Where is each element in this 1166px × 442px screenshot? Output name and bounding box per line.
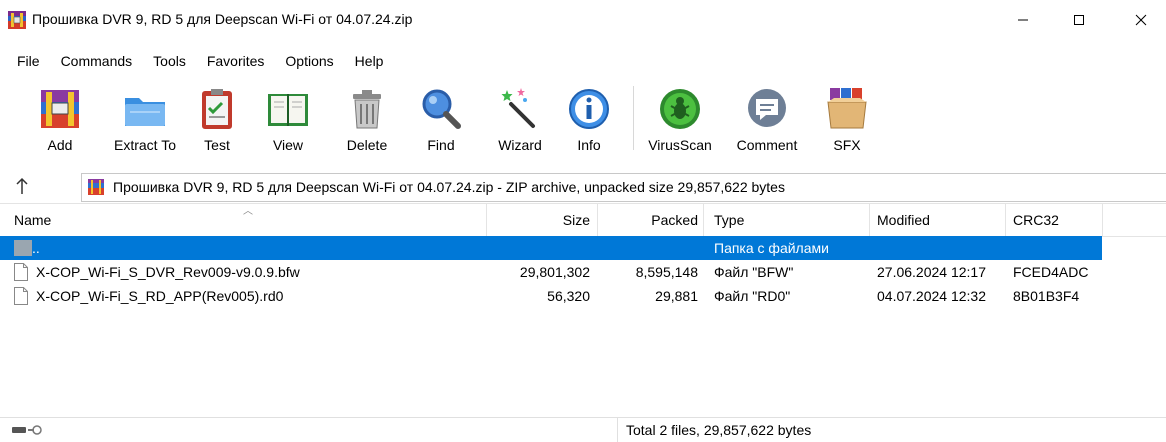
status-divider [617,418,618,442]
table-row[interactable]: X-COP_Wi-Fi_S_DVR_Rev009-v9.0.9.bfw 29,8… [0,260,1102,284]
column-divider[interactable] [1102,204,1103,236]
file-crc32: 8B01B3F4 [1013,288,1080,304]
find-button[interactable]: Find [416,80,466,160]
status-text: Total 2 files, 29,857,622 bytes [626,422,812,438]
find-label: Find [427,137,455,153]
sfx-button[interactable]: SFX [822,80,872,160]
file-name: X-COP_Wi-Fi_S_RD_APP(Rev005).rd0 [36,288,284,304]
view-button[interactable]: View [258,80,318,160]
file-type: Файл "BFW" [714,264,794,280]
extract-folder-icon [125,98,165,126]
menu-commands[interactable]: Commands [59,53,135,69]
virus-scan-label: VirusScan [648,137,712,153]
menu-options[interactable]: Options [283,53,335,69]
wizard-button[interactable]: Wizard [490,80,550,160]
address-field[interactable]: Прошивка DVR 9, RD 5 для Deepscan Wi-Fi … [81,173,1166,202]
parent-folder-icon [14,240,32,256]
column-divider[interactable] [703,204,704,236]
table-row[interactable]: .. Папка с файлами [0,236,1102,260]
up-arrow-icon[interactable] [15,177,29,195]
toolbar: Add Extract To Test View Delete Find Wiz… [0,80,1166,160]
file-icon [14,287,28,305]
file-type: Папка с файлами [714,240,829,256]
column-name[interactable]: Name [14,204,51,236]
view-label: View [272,137,304,153]
file-packed: 29,881 [655,288,698,304]
table-row[interactable]: X-COP_Wi-Fi_S_RD_APP(Rev005).rd0 56,320 … [0,284,1102,308]
menu-favorites[interactable]: Favorites [205,53,267,69]
sfx-label: SFX [833,137,861,153]
wizard-label: Wizard [498,137,542,153]
file-name: X-COP_Wi-Fi_S_DVR_Rev009-v9.0.9.bfw [36,264,300,280]
file-icon [14,263,28,281]
file-name: .. [32,240,40,256]
comment-icon [748,89,786,127]
minimize-icon [1018,19,1028,21]
test-label: Test [204,137,230,153]
column-divider[interactable] [869,204,870,236]
comment-button[interactable]: Comment [729,80,805,160]
drive-key-icon[interactable] [12,424,42,436]
menu-help[interactable]: Help [353,53,386,69]
add-button[interactable]: Add [35,80,85,160]
wizard-wand-icon [501,88,535,128]
column-divider[interactable] [1005,204,1006,236]
column-size[interactable]: Size [490,204,590,236]
window-title: Прошивка DVR 9, RD 5 для Deepscan Wi-Fi … [32,11,413,27]
status-bar: Total 2 files, 29,857,622 bytes [0,417,1166,442]
virus-scan-button[interactable]: VirusScan [644,80,716,160]
title-bar: Прошивка DVR 9, RD 5 для Deepscan Wi-Fi … [0,0,1166,40]
column-divider[interactable] [597,204,598,236]
comment-label: Comment [736,137,798,153]
maximize-button[interactable] [1056,0,1102,40]
address-bar: Прошивка DVR 9, RD 5 для Deepscan Wi-Fi … [0,169,1166,203]
column-type[interactable]: Type [714,204,744,236]
file-size: 56,320 [547,288,590,304]
archive-icon [88,179,104,195]
test-clipboard-icon [202,89,232,129]
info-label: Info [577,137,601,153]
add-icon [41,90,79,128]
magnifier-icon [422,89,461,129]
menu-bar: File Commands Tools Favorites Options He… [0,50,1166,72]
file-modified: 27.06.2024 12:17 [877,264,986,280]
toolbar-separator [633,86,634,150]
add-label: Add [47,137,73,153]
file-packed: 8,595,148 [635,264,698,280]
column-divider[interactable] [486,204,487,236]
info-button[interactable]: Info [565,80,613,160]
extract-to-label: Extract To [114,137,176,153]
close-icon [1135,14,1147,26]
view-book-icon [268,94,308,126]
extract-to-button[interactable]: Extract To [105,80,185,160]
file-crc32: FCED4ADC [1013,264,1089,280]
menu-tools[interactable]: Tools [151,53,188,69]
column-packed[interactable]: Packed [600,204,698,236]
sort-ascending-icon: ︿ [243,206,253,217]
trash-icon [353,90,381,129]
delete-button[interactable]: Delete [340,80,394,160]
delete-label: Delete [346,137,388,153]
column-modified[interactable]: Modified [877,204,930,236]
winrar-app-icon[interactable] [8,11,26,29]
file-type: Файл "RD0" [714,288,791,304]
virus-scan-icon [660,89,700,129]
address-text: Прошивка DVR 9, RD 5 для Deepscan Wi-Fi … [113,179,785,195]
info-icon [569,89,609,129]
file-size: 29,801,302 [519,264,590,280]
sfx-box-icon [827,88,867,129]
test-button[interactable]: Test [192,80,242,160]
file-modified: 04.07.2024 12:32 [877,288,986,304]
close-button[interactable] [1118,0,1164,40]
menu-file[interactable]: File [15,53,42,69]
minimize-button[interactable] [1000,0,1046,40]
column-header: Name ︿ Size Packed Type Modified CRC32 [0,203,1166,237]
maximize-icon [1074,15,1084,25]
column-crc32[interactable]: CRC32 [1013,204,1059,236]
